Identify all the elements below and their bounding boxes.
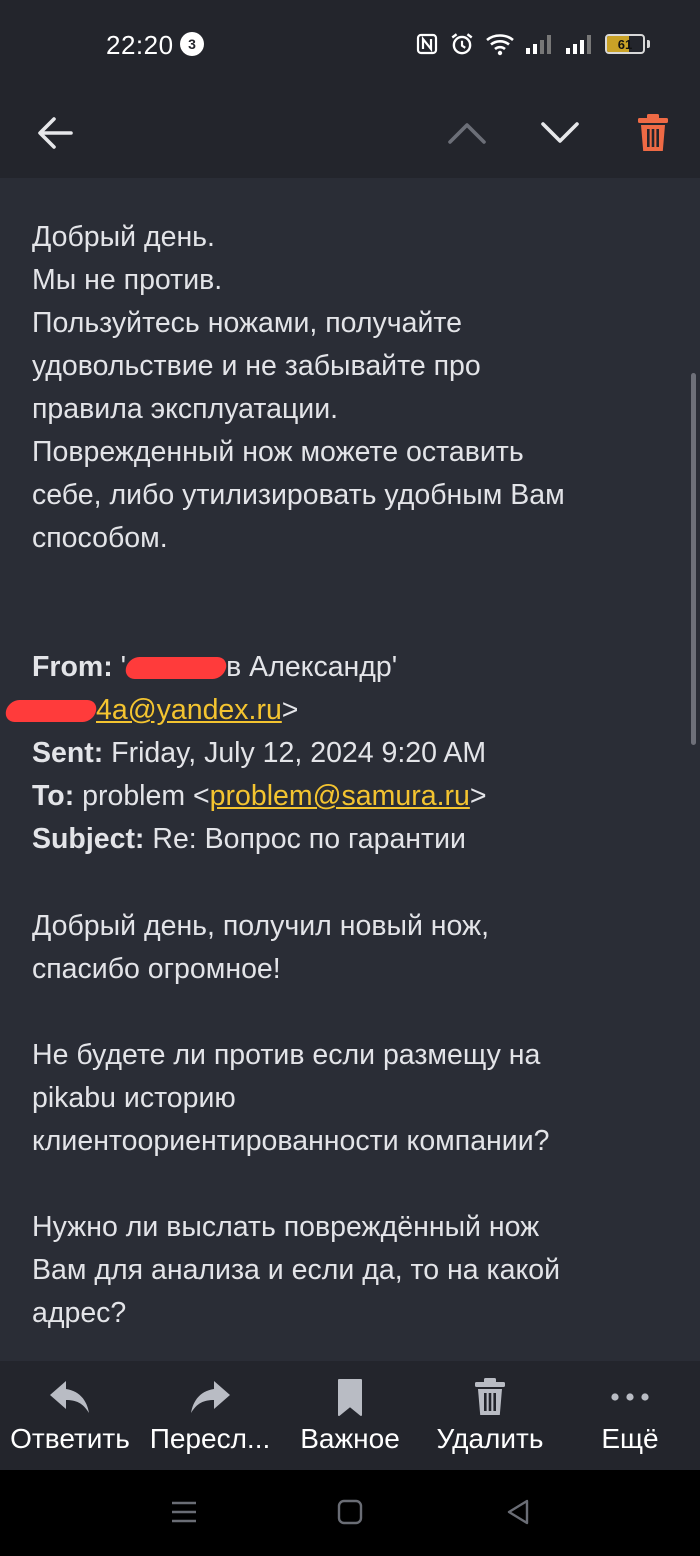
alarm-icon xyxy=(451,33,473,55)
recent-apps-button[interactable] xyxy=(154,1490,214,1534)
chevron-up-icon xyxy=(448,123,486,144)
redaction-mark xyxy=(123,657,229,680)
signal-icon xyxy=(526,35,551,54)
more-icon-wrap xyxy=(610,1375,650,1419)
forward-icon-wrap xyxy=(188,1375,232,1419)
bookmark-icon-wrap xyxy=(336,1375,364,1419)
quoted-line: спасибо огромное! xyxy=(32,953,281,985)
status-time: 22:20 xyxy=(106,30,174,60)
reply-button[interactable]: Ответить xyxy=(0,1361,140,1470)
forward-label: Пересл... xyxy=(149,1423,271,1454)
quoted-line: Вам для анализа и если да, то на какой xyxy=(32,1254,561,1286)
reply-text: Добрый день. Мы не против. Пользуйтесь н… xyxy=(32,216,652,560)
bottom-action-bar: Ответить Пересл... Важное Удалить Ещё xyxy=(0,1361,700,1470)
battery-tip xyxy=(647,40,650,48)
reply-label: Ответить xyxy=(10,1423,130,1454)
quoted-line: pikabu историю xyxy=(32,1082,236,1114)
reply-line: Мы не против. xyxy=(32,264,223,296)
back-button[interactable] xyxy=(18,88,92,178)
quoted-header: From: ' в Александр' 4a@yandex.ru> Sent: … xyxy=(3,646,652,861)
from-name: в Александр' xyxy=(226,651,398,683)
home-button[interactable] xyxy=(320,1490,380,1534)
home-icon xyxy=(337,1499,363,1525)
to-label: To: xyxy=(32,780,75,812)
forward-icon xyxy=(191,1381,230,1413)
scrollbar-thumb[interactable] xyxy=(691,373,696,745)
chevron-down-icon xyxy=(541,122,579,143)
system-back-button[interactable] xyxy=(488,1490,548,1534)
to-email-link[interactable]: problem@samura.ru xyxy=(210,780,470,812)
status-icons: 61 xyxy=(415,30,650,58)
reply-line: Добрый день. xyxy=(32,221,215,253)
signal-icon xyxy=(566,35,591,54)
quoted-line: Добрый день, получил новый нож, xyxy=(32,910,490,942)
important-label: Важное xyxy=(300,1423,400,1454)
more-label: Ещё xyxy=(601,1423,659,1454)
message-body[interactable]: Добрый день. Мы не против. Пользуйтесь н… xyxy=(0,178,700,1361)
reply-line: Пользуйтесь ножами, получайте xyxy=(32,307,462,339)
quoted-line: клиентоориентированности компании? xyxy=(32,1125,550,1157)
sent-value: Friday, July 12, 2024 9:20 AM xyxy=(111,737,487,769)
back-arrow-icon xyxy=(38,117,73,149)
trash-icon-wrap xyxy=(474,1375,506,1419)
message-toolbar xyxy=(0,88,700,178)
delete-message-button[interactable] xyxy=(620,88,686,178)
wifi-icon xyxy=(486,34,514,56)
trash-icon xyxy=(638,114,668,151)
menu-icon xyxy=(172,1501,196,1523)
reply-line: себе, либо утилизировать удобным Вам xyxy=(32,479,565,511)
important-button[interactable]: Важное xyxy=(280,1361,420,1470)
subject-label: Subject: xyxy=(32,823,145,855)
nfc-icon xyxy=(416,33,438,55)
quoted-body: Добрый день, получил новый нож, спасибо … xyxy=(32,905,652,1335)
reply-icon-wrap xyxy=(48,1375,92,1419)
more-button[interactable]: Ещё xyxy=(560,1361,700,1470)
notification-count-badge: 3 xyxy=(180,32,204,56)
from-line: From: ' в Александр' xyxy=(32,646,652,689)
more-dots-icon xyxy=(611,1393,649,1401)
sent-label: Sent: xyxy=(32,737,104,769)
delete-button[interactable]: Удалить xyxy=(420,1361,560,1470)
from-email-link[interactable]: 4a@yandex.ru xyxy=(96,694,282,726)
to-name: problem < xyxy=(82,780,210,812)
trash-icon xyxy=(475,1378,505,1415)
reply-line: Поврежденный нож можете оставить xyxy=(32,436,524,468)
quoted-line: адрес? xyxy=(32,1297,127,1329)
status-bar: 22:20 3 61 xyxy=(0,0,700,88)
battery-percent: 61 xyxy=(617,36,633,52)
to-line: To: problem <problem@samura.ru> xyxy=(32,775,652,818)
sent-line: Sent: Friday, July 12, 2024 9:20 AM xyxy=(32,732,652,775)
reply-line: способом. xyxy=(32,522,168,554)
forward-button[interactable]: Пересл... xyxy=(140,1361,280,1470)
previous-message-button[interactable] xyxy=(430,88,504,178)
from-email-line: 4a@yandex.ru> xyxy=(3,689,652,732)
to-close: > xyxy=(469,780,487,812)
quoted-line: Нужно ли выслать повреждённый нож xyxy=(32,1211,540,1243)
subject-value: Re: Вопрос по гарантии xyxy=(152,823,466,855)
from-label: From: xyxy=(32,651,113,683)
back-triangle-icon xyxy=(507,1499,529,1525)
subject-line: Subject: Re: Вопрос по гарантии xyxy=(32,818,652,861)
quoted-line: Не будете ли против если размещу на xyxy=(32,1039,541,1071)
bookmark-icon xyxy=(338,1379,362,1416)
reply-line: правила эксплуатации. xyxy=(32,393,339,425)
from-email-close: > xyxy=(281,694,299,726)
redaction-mark xyxy=(3,700,99,723)
system-navigation-bar xyxy=(0,1470,700,1556)
reply-line: удовольствие и не забывайте про xyxy=(32,350,481,382)
next-message-button[interactable] xyxy=(523,88,597,178)
delete-label: Удалить xyxy=(436,1423,544,1454)
battery-icon: 61 xyxy=(605,34,645,54)
reply-icon xyxy=(50,1381,89,1413)
